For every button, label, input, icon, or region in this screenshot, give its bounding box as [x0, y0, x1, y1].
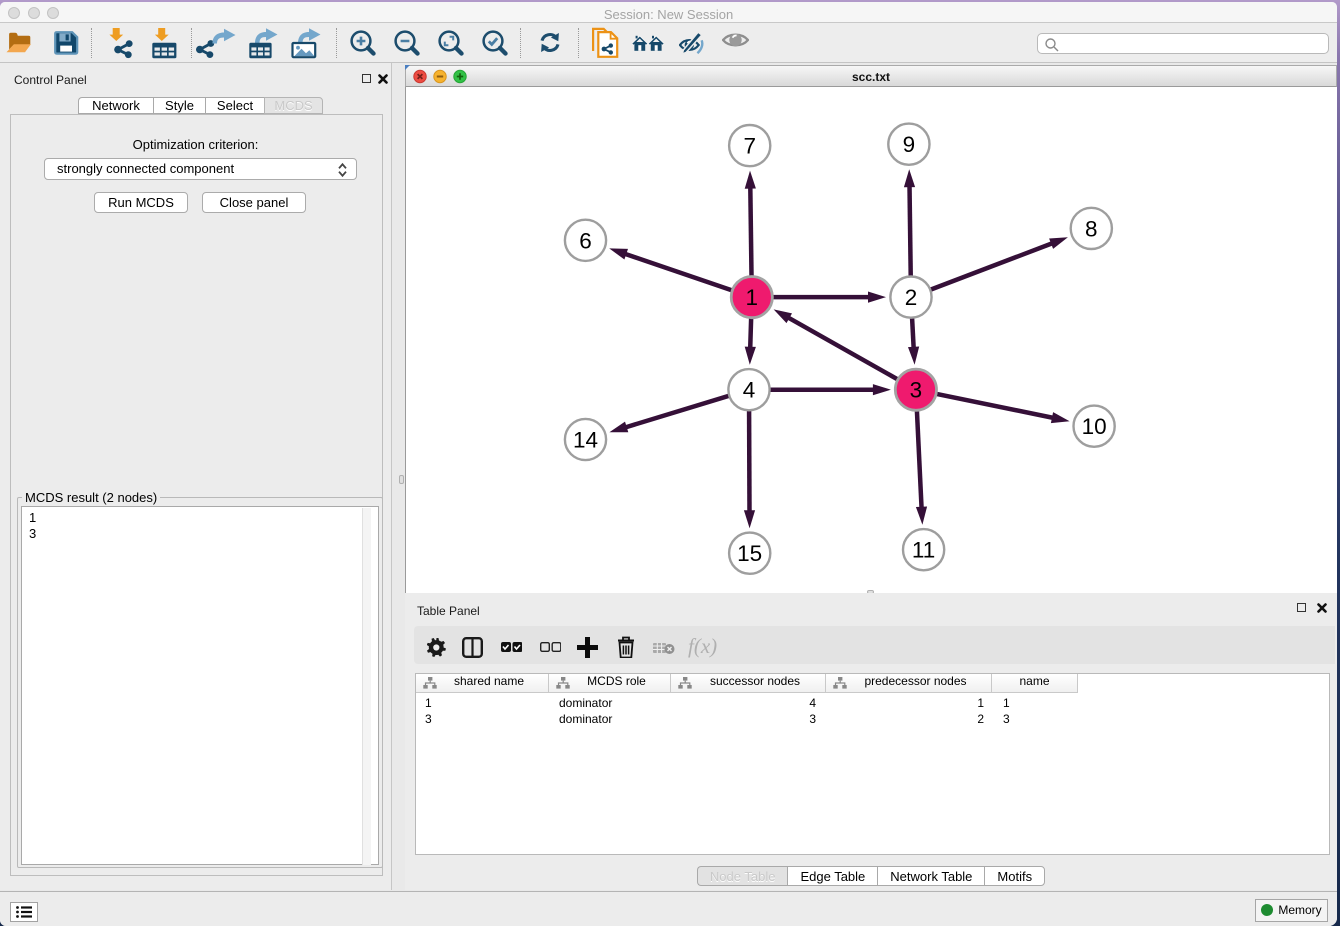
svg-text:2: 2 [905, 285, 918, 310]
svg-text:11: 11 [912, 538, 935, 563]
svg-text:3: 3 [910, 378, 923, 403]
svg-text:8: 8 [1085, 216, 1098, 241]
svg-text:14: 14 [573, 428, 598, 453]
svg-text:1: 1 [746, 285, 759, 310]
svg-text:15: 15 [737, 541, 762, 566]
svg-text:10: 10 [1082, 414, 1107, 439]
svg-text:6: 6 [579, 228, 592, 253]
svg-text:4: 4 [743, 378, 756, 403]
svg-text:9: 9 [903, 132, 916, 157]
svg-text:7: 7 [743, 134, 756, 159]
